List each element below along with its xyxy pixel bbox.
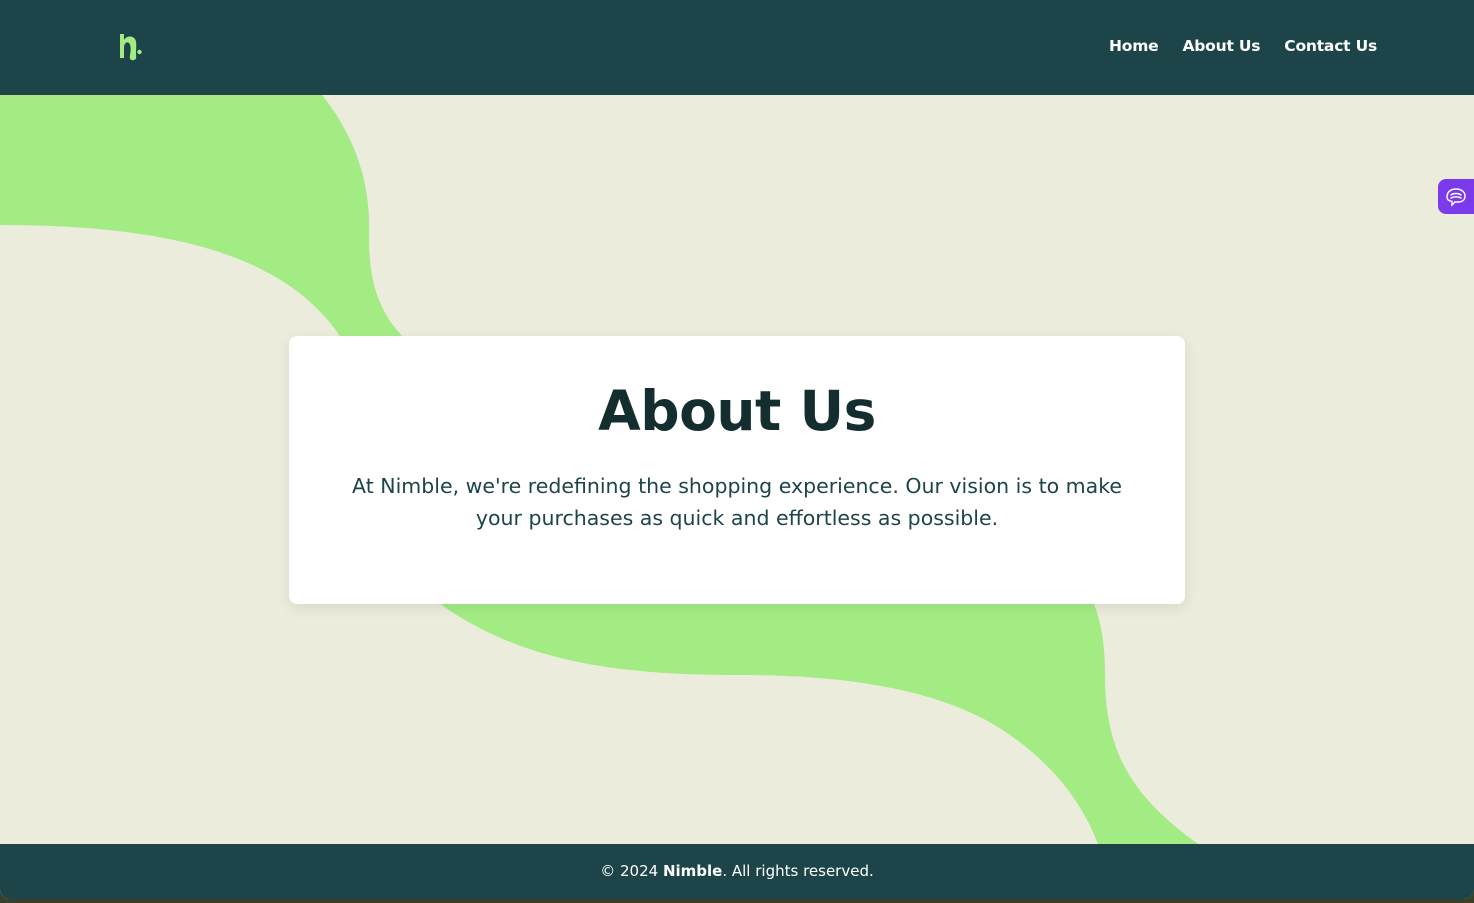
browser-viewport: Home About Us Contact Us About Us At Nim… [0, 0, 1474, 899]
footer-copyright-prefix: © 2024 [600, 862, 663, 880]
footer-brand: Nimble [662, 862, 723, 880]
nimble-logo-icon[interactable] [116, 30, 146, 64]
assistant-widget-button[interactable] [1438, 179, 1474, 214]
about-description: At Nimble, we're redefining the shopping… [352, 474, 1122, 530]
footer-rights-text: . All rights reserved. [722, 862, 874, 880]
nav-contact-link[interactable]: Contact Us [1284, 36, 1377, 56]
main-nav: Home About Us Contact Us [1109, 36, 1377, 56]
about-card: About Us At Nimble, we're redefining the… [289, 336, 1185, 604]
nav-about-link[interactable]: About Us [1182, 36, 1260, 56]
nav-home-link[interactable]: Home [1109, 36, 1159, 56]
page-title: About Us [598, 379, 876, 443]
site-header: Home About Us Contact Us [0, 0, 1474, 95]
brain-icon [1446, 187, 1466, 207]
site-footer: © 2024 Nimble. All rights reserved. [0, 844, 1474, 899]
